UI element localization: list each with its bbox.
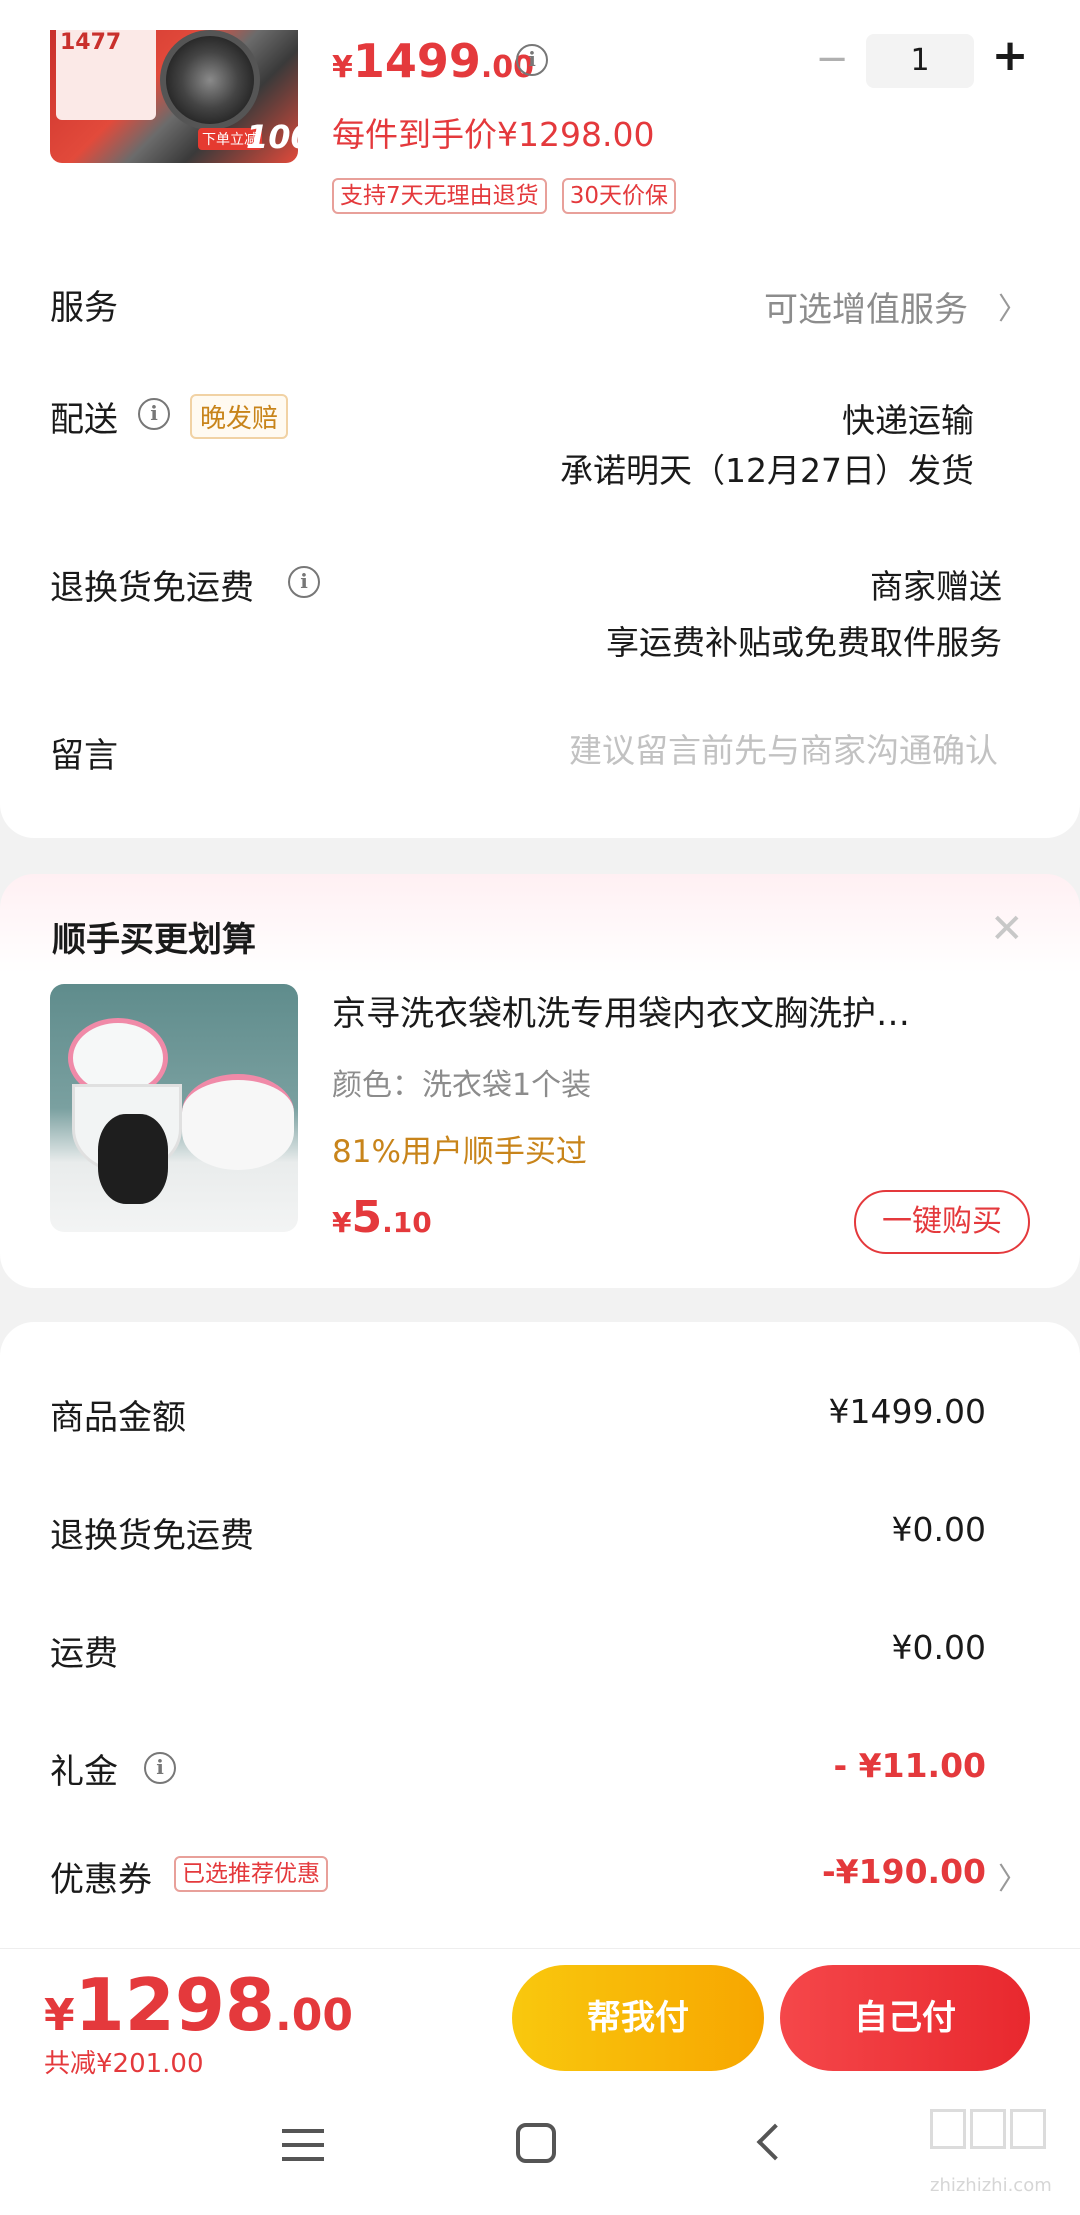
product-price: ¥1499.00 bbox=[332, 34, 534, 88]
upsell-price: ¥5.10 bbox=[332, 1192, 432, 1243]
upsell-product-name[interactable]: 京寻洗衣袋机洗专用袋内衣文胸洗护… bbox=[332, 986, 1032, 1035]
qty-input[interactable]: 1 bbox=[866, 34, 974, 88]
upsell-variant: 颜色：洗衣袋1个装 bbox=[332, 1068, 592, 1103]
qty-minus-button[interactable]: − bbox=[812, 36, 852, 82]
return-shipping-line1: 商家赠送 bbox=[870, 567, 1002, 606]
summary-value-goods: ¥1499.00 bbox=[828, 1392, 986, 1431]
info-icon[interactable]: i bbox=[138, 398, 170, 430]
return-shipping-line2: 享运费补贴或免费取件服务 bbox=[606, 623, 1002, 662]
summary-label-return-shipping: 退换货免运费 bbox=[50, 1516, 254, 1556]
summary-value-return-shipping: ¥0.00 bbox=[891, 1510, 986, 1549]
summary-label-coupon: 优惠券 bbox=[50, 1860, 152, 1900]
total-integer: 1298 bbox=[74, 1963, 276, 2047]
summary-label-shipping: 运费 bbox=[50, 1634, 118, 1674]
delivery-label: 配送 bbox=[50, 400, 118, 440]
price-symbol: ¥ bbox=[332, 50, 353, 85]
message-label: 留言 bbox=[50, 736, 118, 776]
one-click-buy-button[interactable]: 一键购买 bbox=[854, 1190, 1030, 1254]
recommended-coupon-badge: 已选推荐优惠 bbox=[174, 1856, 328, 1892]
watermark-logo bbox=[930, 2109, 1046, 2159]
tag-return: 支持7天无理由退货 bbox=[332, 178, 547, 214]
upsell-card: 顺手买更划算 ✕ 京寻洗衣袋机洗专用袋内衣文胸洗护… 颜色：洗衣袋1个装 81%… bbox=[0, 874, 1080, 1288]
total-symbol: ¥ bbox=[44, 1990, 75, 2041]
summary-value-gift: - ¥11.00 bbox=[833, 1746, 986, 1785]
message-input[interactable] bbox=[440, 724, 998, 776]
return-shipping-label: 退换货免运费 bbox=[50, 568, 254, 608]
qty-plus-button[interactable]: + bbox=[988, 30, 1032, 81]
upsell-social-proof: 81%用户顺手买过 bbox=[332, 1134, 587, 1170]
late-compensation-badge: 晚发赔 bbox=[190, 394, 289, 439]
summary-card: 商品金额 ¥1499.00 退换货免运费 ¥0.00 运费 ¥0.00 礼金 i… bbox=[0, 1322, 1080, 1952]
service-value[interactable]: 可选增值服务 bbox=[600, 282, 968, 331]
info-icon[interactable]: i bbox=[288, 566, 320, 598]
tag-price-protect: 30天价保 bbox=[561, 178, 677, 214]
product-thumbnail[interactable]: 1477 下单立减 100 bbox=[50, 30, 298, 163]
final-price: 每件到手价¥1298.00 bbox=[332, 115, 655, 154]
close-icon[interactable]: ✕ bbox=[990, 906, 1024, 952]
price-integer: 1499 bbox=[352, 34, 481, 88]
delivery-promise: 承诺明天（12月27日）发货 bbox=[560, 451, 974, 490]
summary-label-goods: 商品金额 bbox=[50, 1398, 186, 1438]
back-icon[interactable] bbox=[756, 2123, 794, 2161]
delivery-method[interactable]: 快递运输 bbox=[440, 394, 974, 442]
self-pay-button[interactable]: 自己付 bbox=[780, 1965, 1030, 2071]
watermark-text: zhizhizhi.com bbox=[930, 2175, 1052, 2196]
summary-label-gift: 礼金 bbox=[50, 1752, 118, 1792]
summary-value-shipping: ¥0.00 bbox=[891, 1628, 986, 1667]
chevron-right-icon[interactable]: 〉 bbox=[998, 1854, 1028, 1898]
help-pay-button[interactable]: 帮我付 bbox=[512, 1965, 764, 2071]
checkout-bar: ¥1298.00 共减¥201.00 帮我付 自己付 zhizhizhi.com bbox=[0, 1948, 1080, 2215]
total-decimal: .00 bbox=[275, 1990, 353, 2041]
chevron-right-icon[interactable]: 〉 bbox=[998, 284, 1028, 328]
product-card: 1477 下单立减 100 ¥1499.00 i − 1 + 每件到手价¥129… bbox=[0, 0, 1080, 838]
info-icon[interactable]: i bbox=[516, 44, 548, 76]
upsell-thumbnail[interactable] bbox=[50, 984, 298, 1232]
menu-icon[interactable] bbox=[282, 2125, 324, 2161]
total-price: ¥1298.00 bbox=[44, 1963, 353, 2047]
upsell-price-symbol: ¥ bbox=[332, 1206, 352, 1239]
summary-value-coupon[interactable]: -¥190.00 bbox=[700, 1852, 986, 1891]
info-icon[interactable]: i bbox=[144, 1752, 176, 1784]
thumb-num: 100 bbox=[246, 118, 298, 156]
upsell-title: 顺手买更划算 bbox=[52, 920, 256, 960]
upsell-price-decimal: .10 bbox=[382, 1206, 432, 1239]
thumb-badge-text: 1477 bbox=[60, 30, 122, 55]
home-icon[interactable] bbox=[516, 2123, 556, 2163]
product-tags: 支持7天无理由退货 30天价保 bbox=[332, 178, 677, 214]
upsell-price-integer: 5 bbox=[351, 1192, 383, 1243]
total-saved: 共减¥201.00 bbox=[44, 2049, 204, 2079]
service-label: 服务 bbox=[50, 288, 118, 328]
